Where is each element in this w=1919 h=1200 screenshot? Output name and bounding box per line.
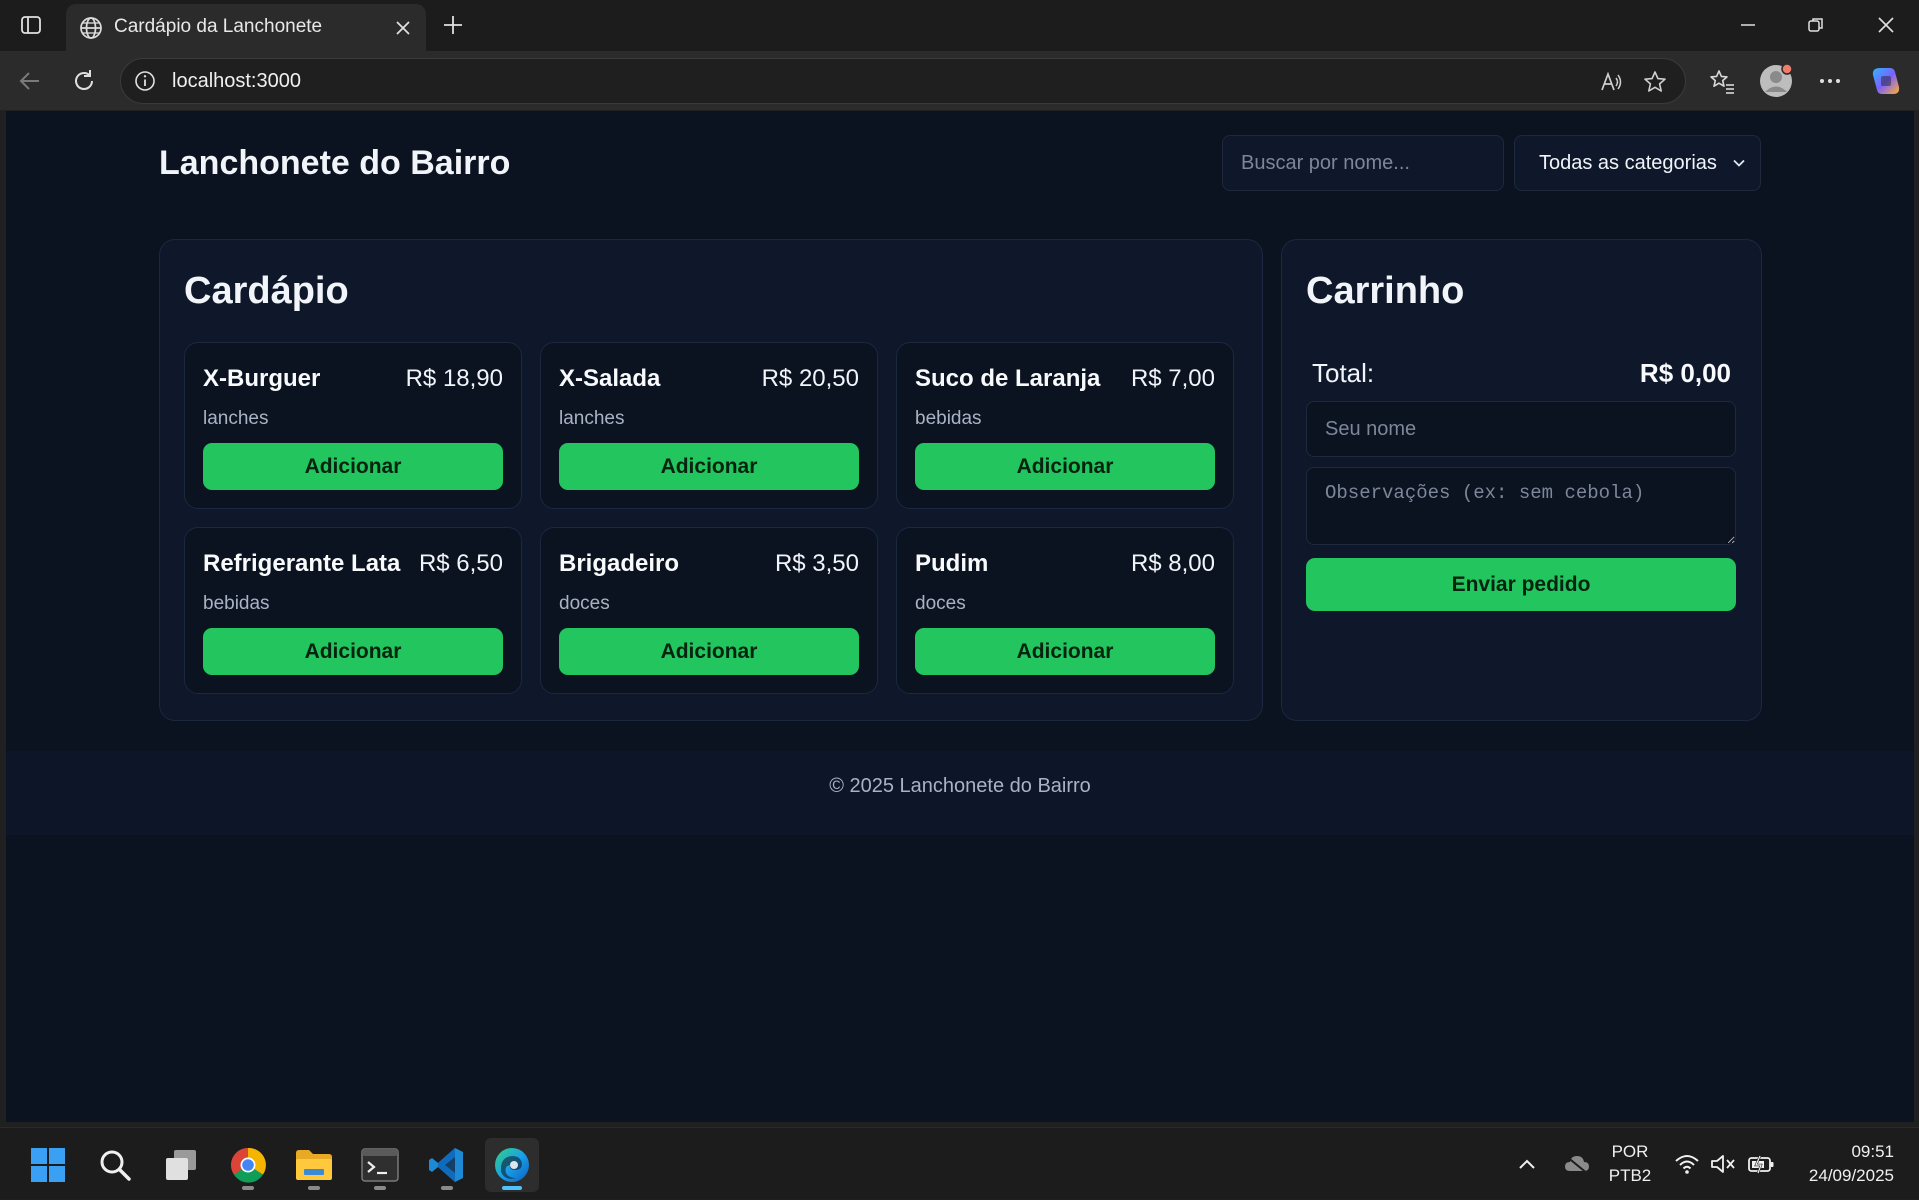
menu-item-price: R$ 18,90 xyxy=(405,365,503,392)
tab-title: Cardápio da Lanchonete xyxy=(114,16,323,37)
keyboard-layout: PTB2 xyxy=(1608,1166,1652,1185)
edge-icon[interactable] xyxy=(485,1138,539,1192)
menu-title: Cardápio xyxy=(184,270,349,312)
system-clock[interactable]: 09:51 24/09/2025 xyxy=(1784,1140,1894,1188)
running-indicator xyxy=(242,1186,254,1190)
volume-mute-icon[interactable] xyxy=(1708,1128,1738,1200)
menu-item-price: R$ 3,50 xyxy=(774,550,859,577)
menu-item-category: doces xyxy=(559,593,610,614)
chrome-icon[interactable] xyxy=(221,1138,275,1192)
globe-icon xyxy=(78,15,104,41)
menu-panel: Cardápio X-Burguer R$ 18,90 lanches Adic… xyxy=(159,239,1263,721)
restore-icon[interactable] xyxy=(1792,8,1840,42)
add-button[interactable]: Adicionar xyxy=(915,628,1215,675)
search-icon[interactable] xyxy=(88,1138,142,1192)
file-explorer-icon[interactable] xyxy=(287,1138,341,1192)
more-icon[interactable] xyxy=(1812,63,1848,99)
task-view-icon[interactable] xyxy=(154,1138,208,1192)
terminal-icon[interactable] xyxy=(353,1138,407,1192)
search-input[interactable] xyxy=(1222,135,1504,191)
cart-title: Carrinho xyxy=(1306,270,1465,312)
onedrive-icon[interactable] xyxy=(1560,1128,1594,1200)
tab-actions-icon[interactable] xyxy=(14,12,48,38)
menu-item-price: R$ 6,50 xyxy=(418,550,503,577)
cart-total-value: R$ 0,00 xyxy=(1639,358,1731,388)
chevron-up-icon[interactable] xyxy=(1512,1128,1542,1200)
address-bar[interactable]: localhost:3000 xyxy=(120,58,1686,104)
menu-item-name: Refrigerante Lata xyxy=(203,550,401,577)
menu-item-price: R$ 20,50 xyxy=(761,365,859,392)
input-language[interactable]: POR PTB2 xyxy=(1600,1140,1660,1188)
cart-panel: Carrinho Total: R$ 0,00 Enviar pedido xyxy=(1281,239,1762,721)
menu-item-card: Pudim R$ 8,00 doces Adicionar xyxy=(896,527,1234,694)
menu-item-name: X-Salada xyxy=(559,365,661,392)
plus-icon[interactable] xyxy=(438,10,468,40)
minimize-icon[interactable] xyxy=(1724,8,1772,42)
vscode-icon[interactable] xyxy=(420,1138,474,1192)
wifi-icon[interactable] xyxy=(1672,1128,1702,1200)
site-footer: © 2025 Lanchonete do Bairro xyxy=(6,751,1914,835)
menu-item-name: Pudim xyxy=(915,550,989,577)
close-icon[interactable] xyxy=(390,15,416,41)
menu-item-category: doces xyxy=(915,593,966,614)
footer-text: © 2025 Lanchonete do Bairro xyxy=(829,775,1091,797)
customer-name-input[interactable] xyxy=(1306,401,1736,457)
menu-item-category: bebidas xyxy=(915,408,982,429)
clock-time: 09:51 xyxy=(1851,1142,1894,1161)
back-icon[interactable] xyxy=(12,63,48,99)
read-aloud-icon[interactable] xyxy=(1597,68,1625,96)
favorite-star-icon[interactable] xyxy=(1641,68,1669,96)
menu-item-category: lanches xyxy=(203,408,269,429)
menu-item-price: R$ 8,00 xyxy=(1130,550,1215,577)
battery-icon[interactable] xyxy=(1744,1128,1778,1200)
add-button[interactable]: Adicionar xyxy=(915,443,1215,490)
menu-item-name: Suco de Laranja xyxy=(915,365,1101,392)
copilot-icon[interactable] xyxy=(1868,63,1904,99)
language-code: POR xyxy=(1611,1142,1649,1161)
url-text[interactable]: localhost:3000 xyxy=(172,70,301,93)
menu-item-price: R$ 7,00 xyxy=(1130,365,1215,392)
profile-icon[interactable] xyxy=(1758,63,1794,99)
refresh-icon[interactable] xyxy=(66,63,102,99)
menu-item-name: X-Burguer xyxy=(203,365,321,392)
clock-date: 24/09/2025 xyxy=(1808,1166,1894,1185)
menu-item-card: Suco de Laranja R$ 7,00 bebidas Adiciona… xyxy=(896,342,1234,509)
menu-item-card: X-Salada R$ 20,50 lanches Adicionar xyxy=(540,342,878,509)
page-viewport: Lanchonete do Bairro Todas as categorias… xyxy=(6,111,1914,1122)
menu-item-card: Brigadeiro R$ 3,50 doces Adicionar xyxy=(540,527,878,694)
submit-order-button[interactable]: Enviar pedido xyxy=(1306,558,1736,611)
menu-item-category: lanches xyxy=(559,408,625,429)
running-indicator xyxy=(308,1186,320,1190)
notes-textarea[interactable] xyxy=(1306,467,1736,545)
favorites-icon[interactable] xyxy=(1704,63,1740,99)
cart-total-label: Total: xyxy=(1312,358,1375,388)
site-header: Lanchonete do Bairro Todas as categorias xyxy=(6,111,1914,211)
running-indicator xyxy=(441,1186,453,1190)
menu-item-card: Refrigerante Lata R$ 6,50 bebidas Adicio… xyxy=(184,527,522,694)
menu-item-name: Brigadeiro xyxy=(559,550,680,577)
windows-start-icon[interactable] xyxy=(21,1138,75,1192)
add-button[interactable]: Adicionar xyxy=(559,628,859,675)
browser-tabbar: Cardápio da Lanchonete xyxy=(0,0,1919,51)
add-button[interactable]: Adicionar xyxy=(203,443,503,490)
site-title: Lanchonete do Bairro xyxy=(159,144,511,182)
menu-item-card: X-Burguer R$ 18,90 lanches Adicionar xyxy=(184,342,522,509)
window-close-icon[interactable] xyxy=(1862,8,1910,42)
add-button[interactable]: Adicionar xyxy=(559,443,859,490)
menu-item-category: bebidas xyxy=(203,593,270,614)
info-icon[interactable] xyxy=(133,69,157,93)
browser-toolbar: localhost:3000 xyxy=(0,51,1919,110)
category-select-value: Todas as categorias xyxy=(1539,152,1717,174)
add-button[interactable]: Adicionar xyxy=(203,628,503,675)
taskbar: POR PTB2 09:51 24/09/2025 xyxy=(0,1127,1919,1199)
chevron-down-icon xyxy=(1730,154,1748,172)
browser-tab[interactable]: Cardápio da Lanchonete xyxy=(66,4,426,51)
running-indicator xyxy=(502,1186,522,1190)
category-select[interactable]: Todas as categorias xyxy=(1514,135,1761,191)
running-indicator xyxy=(374,1186,386,1190)
